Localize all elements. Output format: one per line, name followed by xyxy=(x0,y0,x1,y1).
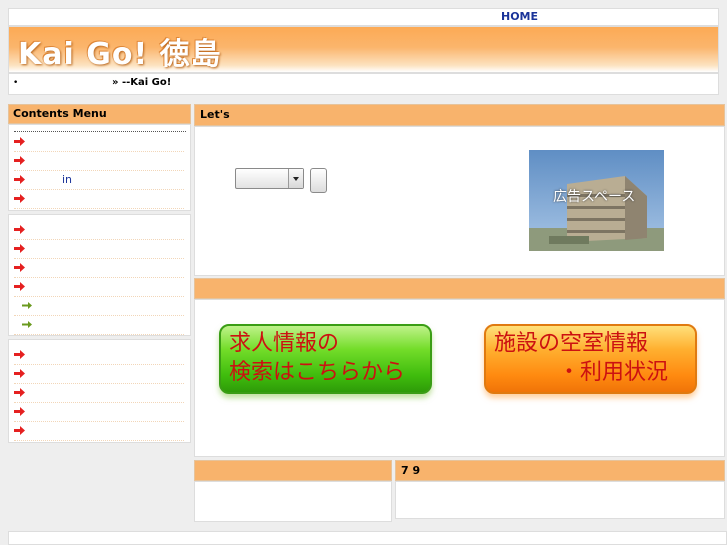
red-arrow-icon xyxy=(14,426,25,435)
red-arrow-icon xyxy=(14,194,25,203)
lets-panel-header: Let's xyxy=(194,104,725,126)
dropdown-toggle[interactable] xyxy=(288,169,303,188)
red-arrow-icon xyxy=(14,225,25,234)
sidebar-item[interactable] xyxy=(14,220,184,240)
sidebar-item[interactable] xyxy=(14,345,184,365)
bottom-right-header: 7 9 xyxy=(395,460,725,481)
green-arrow-icon xyxy=(22,302,32,309)
breadcrumb-bullet: • xyxy=(13,78,19,88)
red-arrow-icon xyxy=(14,263,25,272)
ad-space-label: 広告スペース xyxy=(553,189,636,205)
job-search-button-line1: 求人情報の xyxy=(229,331,340,356)
sidebar-item-label: in xyxy=(62,173,73,186)
sidebar-item[interactable] xyxy=(14,383,184,403)
red-arrow-icon xyxy=(14,369,25,378)
red-arrow-icon xyxy=(14,156,25,165)
sidebar-item[interactable] xyxy=(14,421,184,441)
sidebar-item[interactable] xyxy=(14,402,184,422)
bottom-right-title: 7 9 xyxy=(401,464,421,477)
category-select[interactable] xyxy=(235,168,304,189)
bottom-right-panel xyxy=(395,481,725,519)
sidebar-subitem[interactable] xyxy=(14,315,184,335)
red-arrow-icon xyxy=(14,244,25,253)
sidebar-group-2 xyxy=(8,214,191,336)
red-arrow-icon xyxy=(14,282,25,291)
facility-vacancy-button[interactable]: 施設の空室情報 ・利用状況 xyxy=(484,324,697,394)
job-search-button[interactable]: 求人情報の 検索はこちらから xyxy=(219,324,432,394)
bottom-left-panel xyxy=(194,481,392,522)
red-arrow-icon xyxy=(14,350,25,359)
sidebar-item[interactable] xyxy=(14,239,184,259)
home-link[interactable]: HOME xyxy=(501,10,538,23)
red-arrow-icon xyxy=(14,407,25,416)
red-arrow-icon xyxy=(14,175,25,184)
contents-menu-title: Contents Menu xyxy=(13,107,107,120)
search-button[interactable] xyxy=(310,168,327,193)
footer xyxy=(8,531,727,545)
ad-space-image[interactable]: 広告スペース xyxy=(529,150,664,251)
sidebar-item[interactable] xyxy=(14,258,184,278)
green-arrow-icon xyxy=(22,321,32,328)
sidebar-item[interactable] xyxy=(14,151,184,171)
chevron-down-icon xyxy=(293,177,299,181)
site-title[interactable]: Kai Go! 徳島 xyxy=(18,29,222,73)
red-arrow-icon xyxy=(14,388,25,397)
sidebar-item[interactable] xyxy=(14,364,184,384)
sidebar-item[interactable]: in xyxy=(14,170,184,190)
bottom-left-header xyxy=(194,460,392,481)
sidebar-item[interactable] xyxy=(14,277,184,297)
sidebar-group-1: in xyxy=(8,124,191,211)
lets-panel-title: Let's xyxy=(200,108,230,121)
top-bar xyxy=(8,8,719,26)
sidebar-group-3 xyxy=(8,339,191,443)
sidebar-item[interactable] xyxy=(14,189,184,209)
red-arrow-icon xyxy=(14,137,25,146)
sidebar-subitem[interactable] xyxy=(14,296,184,316)
search-panel-header xyxy=(194,278,725,299)
facility-button-line1: 施設の空室情報 xyxy=(494,331,649,356)
job-search-button-line2: 検索はこちらから xyxy=(229,360,406,385)
facility-button-line2: ・利用状況 xyxy=(558,360,669,385)
breadcrumb-text[interactable]: » --Kai Go! xyxy=(112,77,171,88)
contents-menu-header: Contents Menu xyxy=(8,104,191,124)
sidebar-item[interactable] xyxy=(14,132,184,152)
